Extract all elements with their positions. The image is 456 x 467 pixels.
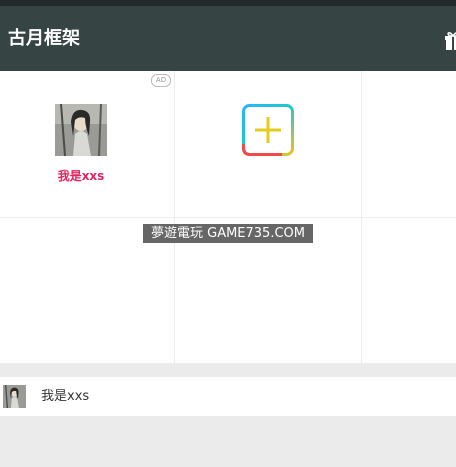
avatar <box>55 104 107 156</box>
app-header: 古月框架 <box>0 6 456 71</box>
user-name: 我是xxs <box>41 389 90 404</box>
plus-icon[interactable] <box>242 104 294 156</box>
ad-badge: AD <box>151 74 171 87</box>
empty-cell <box>362 218 456 363</box>
user-bar[interactable]: 我是xxs <box>0 377 456 416</box>
gift-icon[interactable] <box>444 28 456 52</box>
user-cell[interactable]: AD 我是xxs <box>0 71 174 217</box>
empty-cell <box>362 71 456 217</box>
module-grid: AD 我是xxs <box>0 71 456 363</box>
add-module-cell[interactable] <box>175 71 361 217</box>
user-name-label: 我是xxs <box>57 169 105 183</box>
avatar <box>3 385 26 408</box>
watermark: 夢遊電玩 GAME735.COM <box>143 224 313 243</box>
page-title: 古月框架 <box>8 28 80 49</box>
